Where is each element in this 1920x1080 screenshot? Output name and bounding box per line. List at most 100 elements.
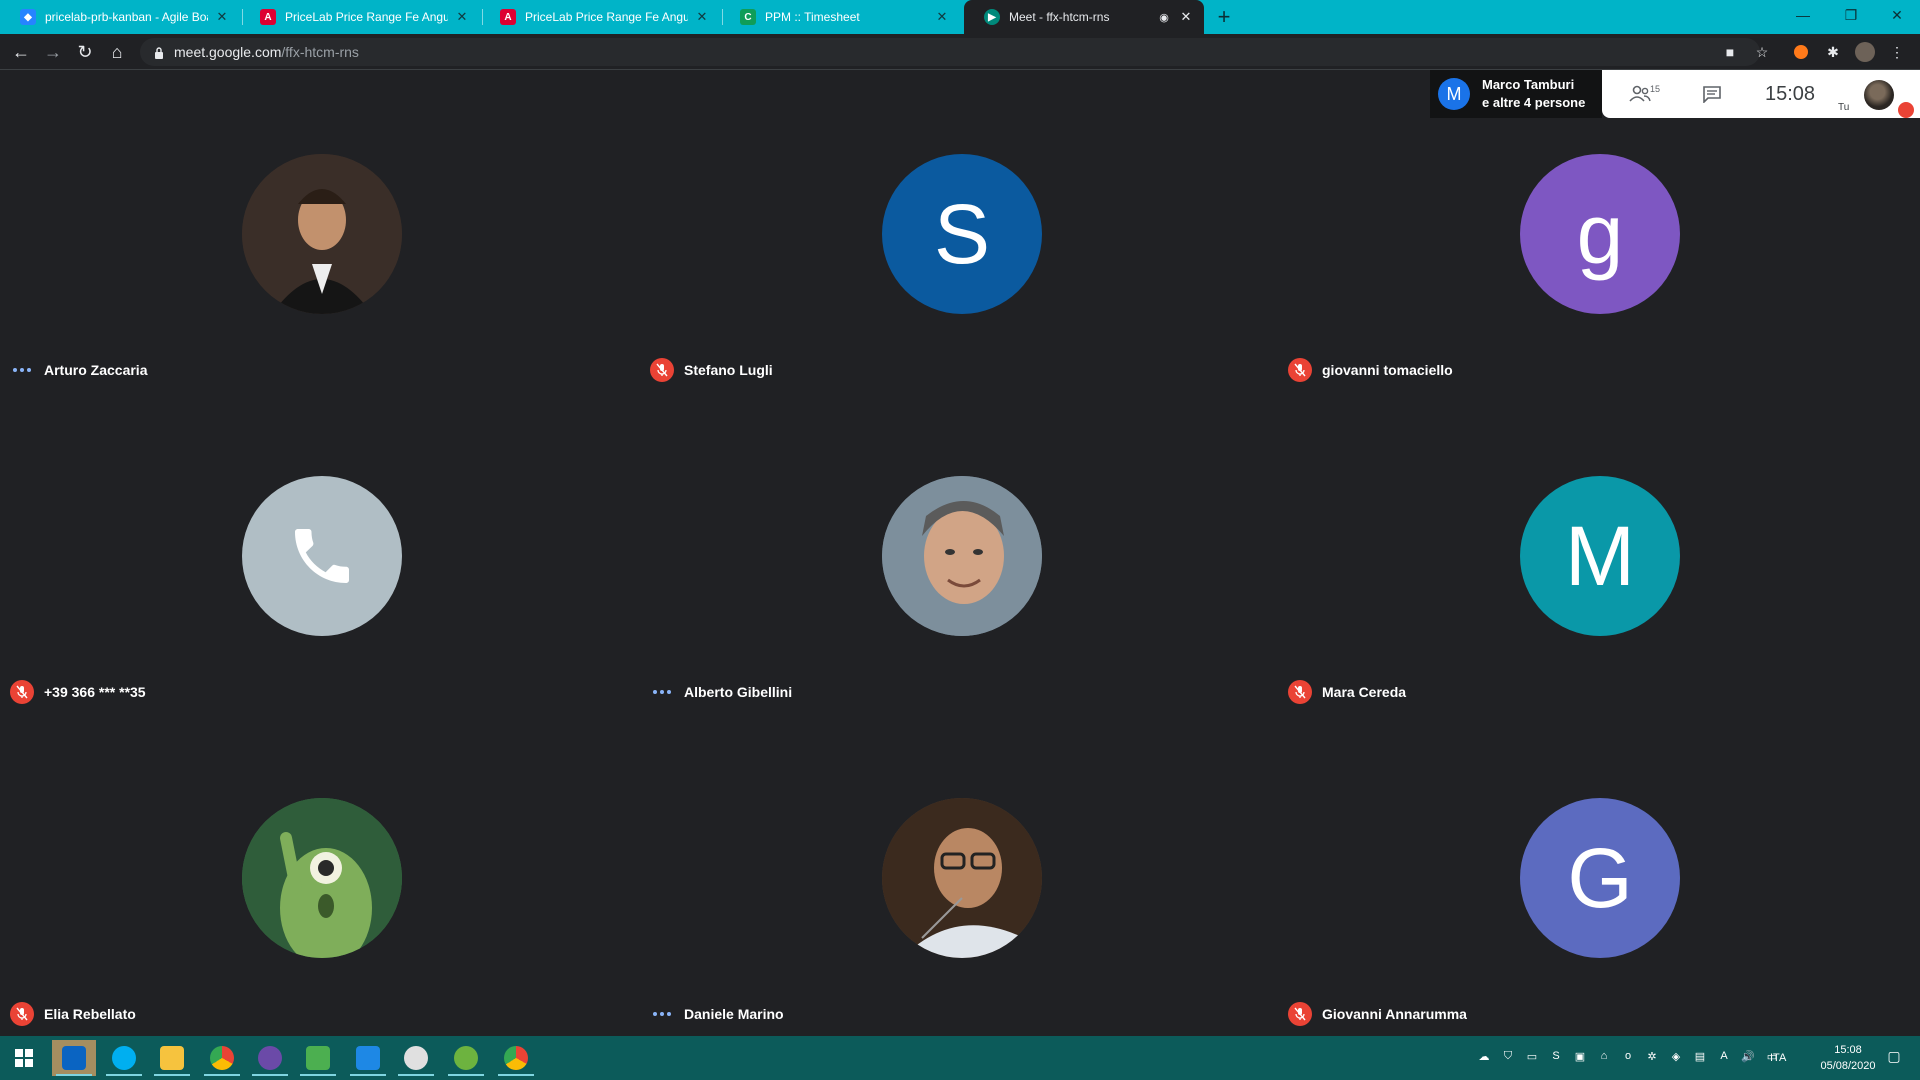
- participant-name: giovanni tomaciello: [1322, 362, 1453, 378]
- mic-off-icon: [10, 680, 34, 704]
- mic-off-icon: [650, 358, 674, 382]
- skype-tray-icon[interactable]: S: [1548, 1048, 1564, 1064]
- vscode-icon[interactable]: [346, 1040, 390, 1076]
- spring-icon[interactable]: [444, 1040, 488, 1076]
- participant-photo: [882, 798, 1042, 958]
- shield-icon[interactable]: ⛉: [1500, 1048, 1516, 1064]
- chrome-icon[interactable]: [494, 1040, 538, 1076]
- more-options-icon[interactable]: [650, 690, 674, 694]
- tab-title: pricelab-prb-kanban - Agile Boar: [45, 10, 208, 24]
- url-text: meet.google.com/ffx-htcm-rns: [174, 44, 359, 60]
- more-options-icon[interactable]: [650, 1012, 674, 1016]
- close-icon[interactable]: ✕: [1178, 9, 1194, 25]
- participant-nameplate: Arturo Zaccaria: [10, 358, 147, 382]
- participant-tile[interactable]: Alberto Gibellini: [640, 392, 1280, 714]
- outlook-tray-icon[interactable]: o: [1620, 1048, 1636, 1064]
- onedrive-icon[interactable]: ☁: [1476, 1048, 1492, 1064]
- clock-time[interactable]: 15:08: [1818, 1044, 1878, 1056]
- star-icon[interactable]: ☆: [1752, 42, 1772, 62]
- participant-nameplate: Elia Rebellato: [10, 1002, 136, 1026]
- self-mic-off-icon: [1898, 102, 1914, 118]
- notepad-icon[interactable]: [296, 1040, 340, 1076]
- participant-photo: [242, 798, 402, 958]
- browser-tab[interactable]: A PriceLab Price Range Fe Angular ✕: [480, 0, 720, 34]
- presenter-others: e altre 4 persone: [1482, 95, 1586, 110]
- participant-tile[interactable]: +39 366 *** **35: [0, 392, 640, 714]
- tab-title: PriceLab Price Range Fe Angular: [525, 10, 688, 24]
- new-tab-button[interactable]: +: [1212, 4, 1236, 29]
- chat-icon[interactable]: [1698, 82, 1726, 106]
- language-indicator[interactable]: ITA: [1770, 1052, 1786, 1064]
- close-icon[interactable]: ✕: [214, 9, 230, 25]
- participant-photo: [242, 154, 402, 314]
- self-avatar[interactable]: [1864, 80, 1894, 110]
- reload-icon[interactable]: ↻: [74, 41, 96, 63]
- participant-tile[interactable]: G Giovanni Annarumma: [1278, 714, 1918, 1036]
- tray-app-icon[interactable]: ◈: [1668, 1048, 1684, 1064]
- browser-tab[interactable]: C PPM :: Timesheet ✕: [720, 0, 960, 34]
- participant-tile[interactable]: g giovanni tomaciello: [1278, 70, 1918, 392]
- tray-app-icon[interactable]: ▤: [1692, 1048, 1708, 1064]
- participant-nameplate: +39 366 *** **35: [10, 680, 146, 704]
- browser-tab[interactable]: ◆ pricelab-prb-kanban - Agile Boar ✕: [0, 0, 240, 34]
- close-icon[interactable]: ✕: [454, 9, 470, 25]
- participant-nameplate: Daniele Marino: [650, 1002, 784, 1026]
- network-icon[interactable]: ▭: [1524, 1048, 1540, 1064]
- participant-nameplate: Giovanni Annarumma: [1288, 1002, 1467, 1026]
- participant-letter-avatar: S: [882, 154, 1042, 314]
- chrome-icon[interactable]: [200, 1040, 244, 1076]
- keyboard-a-icon[interactable]: A: [1716, 1048, 1732, 1064]
- camera-icon[interactable]: ■: [1720, 42, 1740, 62]
- settings-tray-icon[interactable]: ✲: [1644, 1048, 1660, 1064]
- participant-name: Giovanni Annarumma: [1322, 1006, 1467, 1022]
- close-icon[interactable]: ✕: [934, 9, 950, 25]
- participant-nameplate: Stefano Lugli: [650, 358, 773, 382]
- participant-letter-avatar: G: [1520, 798, 1680, 958]
- lock-icon[interactable]: ⌂: [1596, 1048, 1612, 1064]
- extension-fire-icon[interactable]: [1791, 42, 1811, 62]
- menu-kebab-icon[interactable]: ⋮: [1887, 42, 1907, 62]
- volume-icon[interactable]: 🔊: [1740, 1048, 1756, 1064]
- teams-like-icon[interactable]: [248, 1040, 292, 1076]
- participant-nameplate: Alberto Gibellini: [650, 680, 792, 704]
- back-arrow-icon[interactable]: ←: [10, 41, 32, 63]
- address-bar[interactable]: meet.google.com/ffx-htcm-rns: [140, 38, 1760, 66]
- outlook-icon[interactable]: [52, 1040, 96, 1076]
- participant-photo: [882, 476, 1042, 636]
- participant-count: 15: [1650, 84, 1661, 94]
- meeting-info-bar: 15 15:08 Tu: [1602, 70, 1920, 118]
- jira-icon: ◆: [20, 9, 36, 25]
- participant-tile[interactable]: Arturo Zaccaria: [0, 70, 640, 392]
- start-windows-icon[interactable]: [2, 1040, 46, 1076]
- restore-button[interactable]: ❐: [1828, 0, 1874, 30]
- file-explorer-icon[interactable]: [150, 1040, 194, 1076]
- tray-app-icon[interactable]: ▣: [1572, 1048, 1588, 1064]
- lock-icon: [154, 46, 164, 59]
- profile-avatar[interactable]: [1855, 42, 1875, 62]
- mic-off-icon: [1288, 358, 1312, 382]
- home-icon[interactable]: ⌂: [106, 41, 128, 63]
- minimize-button[interactable]: —: [1780, 0, 1826, 30]
- presenter-name: Marco Tamburi: [1482, 77, 1575, 92]
- mic-off-icon: [10, 1002, 34, 1026]
- presenter-indicator[interactable]: M Marco Tamburi e altre 4 persone: [1430, 70, 1602, 118]
- participant-tile[interactable]: Elia Rebellato: [0, 714, 640, 1036]
- close-icon[interactable]: ✕: [694, 9, 710, 25]
- participant-tile[interactable]: M Mara Cereda: [1278, 392, 1918, 714]
- gitkraken-icon[interactable]: [394, 1040, 438, 1076]
- close-window-button[interactable]: ✕: [1874, 0, 1920, 30]
- puzzle-icon[interactable]: ✱: [1823, 42, 1843, 62]
- participant-tile[interactable]: Daniele Marino: [640, 714, 1280, 1036]
- skype-icon[interactable]: [102, 1040, 146, 1076]
- more-options-icon[interactable]: [10, 368, 34, 372]
- mic-off-icon: [1288, 680, 1312, 704]
- participant-name: Arturo Zaccaria: [44, 362, 148, 378]
- notification-icon[interactable]: ▢: [1886, 1048, 1902, 1064]
- browser-tab-active[interactable]: ▶ Meet - ffx-htcm-rns ◉ ✕: [964, 0, 1204, 34]
- forward-arrow-icon[interactable]: →: [42, 41, 64, 63]
- clock-date[interactable]: 05/08/2020: [1818, 1060, 1878, 1072]
- participant-tile[interactable]: S Stefano Lugli: [640, 70, 1280, 392]
- windows-taskbar: ☁ ⛉ ▭ S ▣ ⌂ o ✲ ◈ ▤ A 🔊 ▭ ITA 15:08 05/0…: [0, 1036, 1920, 1080]
- browser-tab[interactable]: A PriceLab Price Range Fe Angular ✕: [240, 0, 480, 34]
- self-label: Tu: [1838, 102, 1850, 113]
